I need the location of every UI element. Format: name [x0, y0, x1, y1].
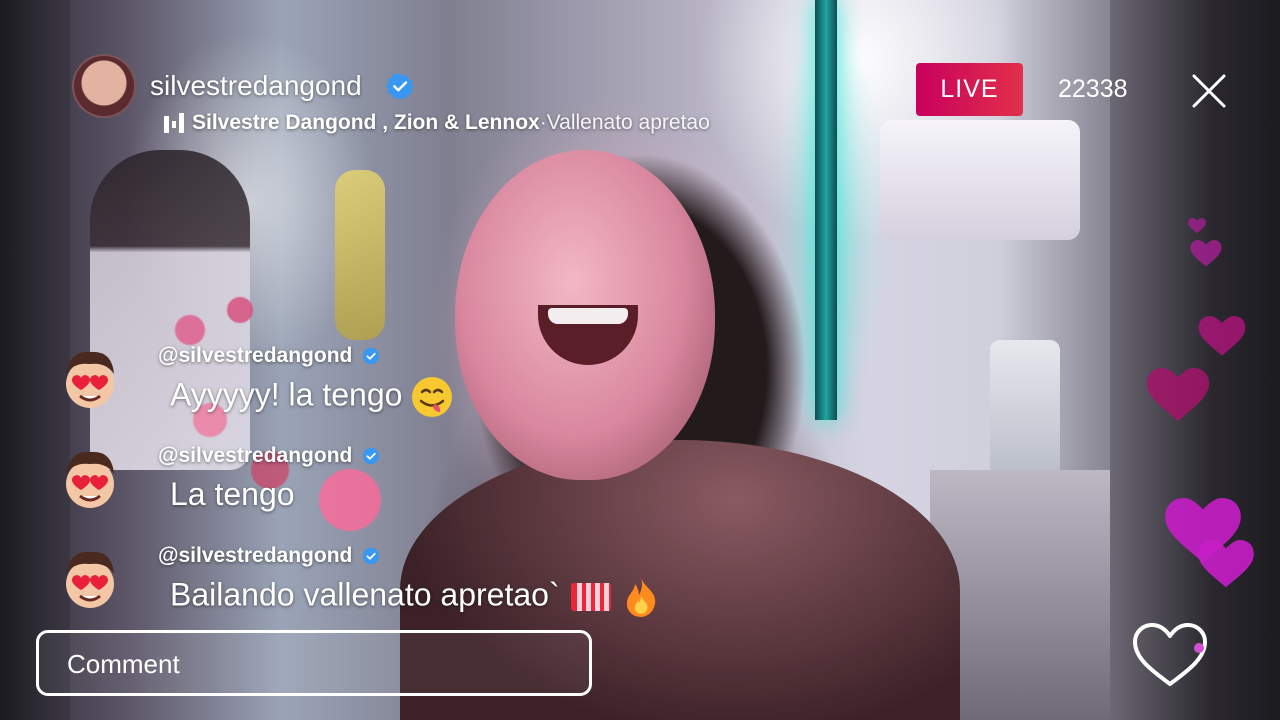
now-playing-song[interactable]: Silvestre Dangond , Zion & Lennox · Vall…	[164, 111, 710, 135]
comment-username[interactable]: @silvestredangond	[158, 444, 352, 468]
song-artists: Silvestre Dangond , Zion & Lennox	[192, 111, 540, 134]
floating-heart-icon	[1146, 368, 1210, 421]
broadcaster-avatar[interactable]	[72, 54, 136, 118]
comment-text: La tengo	[170, 476, 295, 513]
fire-icon	[627, 578, 656, 617]
verified-badge-icon	[362, 547, 380, 565]
wall-dispenser	[880, 120, 1080, 240]
comment-username[interactable]: @silvestredangond	[158, 344, 352, 368]
accordion-icon	[570, 583, 611, 611]
live-badge: LIVE	[916, 63, 1023, 116]
floating-heart-icon	[1190, 240, 1222, 267]
comment-item: @silvestredangond Bailando vallenato apr…	[56, 544, 756, 634]
viewer-count[interactable]: 22338	[1058, 75, 1128, 104]
comment-placeholder: Comment	[67, 649, 180, 679]
memoji-avatar-icon	[66, 351, 114, 408]
close-icon[interactable]	[1190, 72, 1228, 110]
comment-item: @silvestredangond La tengo	[56, 444, 756, 534]
memoji-avatar-icon	[66, 451, 114, 508]
comment-message: Bailando vallenato apretao`	[170, 576, 560, 613]
floating-heart-icon	[1198, 316, 1246, 356]
verified-badge-icon	[362, 347, 380, 365]
yum-face-icon	[412, 377, 453, 417]
comment-text: Ayyyyy! la tengo	[170, 376, 453, 418]
comment-message: Ayyyyy! la tengo	[170, 376, 403, 413]
comment-text: Bailando vallenato apretao`	[170, 576, 661, 618]
heart-outline-icon[interactable]	[1131, 622, 1209, 688]
floating-heart-icon	[1198, 540, 1254, 588]
comment-message: La tengo	[170, 476, 295, 512]
streamer-teeth	[548, 308, 628, 324]
broadcaster-username[interactable]: silvestredangond	[150, 70, 362, 102]
floating-heart-icon	[1188, 218, 1206, 234]
verified-badge-icon	[386, 73, 414, 100]
verified-badge-icon	[362, 447, 380, 465]
soap-dispenser	[990, 340, 1060, 480]
comment-item: @silvestredangond Ayyyyy! la tengo	[56, 344, 756, 434]
song-title: Vallenato apretao	[546, 111, 710, 134]
comment-input[interactable]: Comment	[36, 630, 592, 696]
comment-username[interactable]: @silvestredangond	[158, 544, 352, 568]
memoji-avatar-icon	[66, 551, 114, 608]
music-bars-icon	[164, 113, 184, 133]
song-separator: ·	[539, 111, 547, 134]
